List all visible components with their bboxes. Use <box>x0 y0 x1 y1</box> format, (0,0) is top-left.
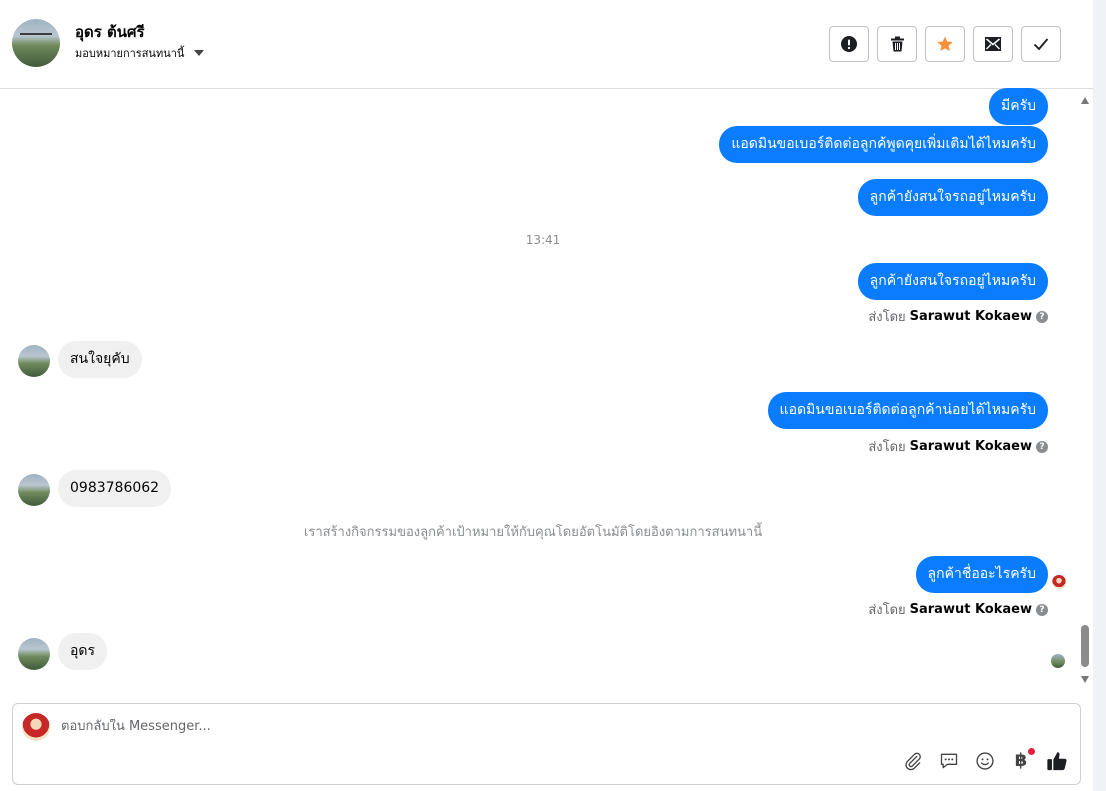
contact-avatar-small[interactable] <box>18 474 50 506</box>
scrollbar-thumb[interactable] <box>1081 625 1089 667</box>
outgoing-message[interactable]: ลูกค้าชื่ออะไรครับ <box>915 556 1048 593</box>
send-like-button[interactable] <box>1046 750 1068 772</box>
outgoing-message[interactable]: แอดมินขอเบอร์ติดต่อลูกค้พูดคุยเพิ่มเติมไ… <box>719 126 1048 163</box>
contact-avatar-small[interactable] <box>18 638 50 670</box>
seen-by-avatar <box>1051 654 1065 668</box>
conversation-header: อุดร ต้นศรี มอบหมายการสนทนานี้ <box>0 0 1093 89</box>
messenger-inbox: อุดร ต้นศรี มอบหมายการสนทนานี้ มีครับ แอ… <box>0 0 1106 791</box>
contact-avatar[interactable] <box>12 19 60 67</box>
help-icon[interactable]: ? <box>1036 440 1048 453</box>
help-icon[interactable]: ? <box>1036 603 1048 616</box>
check-icon <box>1033 38 1049 51</box>
assign-label: มอบหมายการสนทนานี้ <box>75 47 185 60</box>
delete-button[interactable] <box>877 26 917 62</box>
reply-composer: ฿ <box>12 703 1081 785</box>
seen-by-avatar <box>1052 575 1066 589</box>
sent-by-label: ส่งโดย Sarawut Kokaew ? <box>868 436 1048 457</box>
sent-by-prefix: ส่งโดย <box>868 440 906 455</box>
sender-name[interactable]: Sarawut Kokaew <box>910 439 1032 454</box>
star-button[interactable] <box>925 26 965 62</box>
sent-by-label: ส่งโดย Sarawut Kokaew ? <box>868 306 1048 327</box>
contact-avatar-small[interactable] <box>18 345 50 377</box>
incoming-message[interactable]: 0983786062 <box>58 470 172 507</box>
star-icon <box>937 36 953 52</box>
contact-name[interactable]: อุดร ต้นศรี <box>75 20 145 44</box>
smiley-icon <box>976 752 994 770</box>
saved-replies-button[interactable] <box>938 750 960 772</box>
scroll-up-arrow-icon[interactable] <box>1081 97 1089 104</box>
scroll-down-arrow-icon[interactable] <box>1081 676 1089 683</box>
composer-toolbar: ฿ <box>902 748 1068 772</box>
outgoing-message[interactable]: มีครับ <box>989 88 1048 125</box>
sender-name[interactable]: Sarawut Kokaew <box>910 602 1032 617</box>
attach-button[interactable] <box>902 750 924 772</box>
message-timestamp: 13:41 <box>525 233 561 247</box>
notification-dot <box>1028 748 1035 755</box>
assign-conversation-dropdown[interactable]: มอบหมายการสนทนานี้ <box>75 44 205 62</box>
caret-down-icon <box>194 50 205 56</box>
baht-icon: ฿ <box>1014 750 1028 771</box>
mark-spam-button[interactable] <box>829 26 869 62</box>
emoji-button[interactable] <box>974 750 996 772</box>
payment-button[interactable]: ฿ <box>1010 748 1035 772</box>
message-thread[interactable]: มีครับ แอดมินขอเบอร์ติดต่อลูกค้พูดคุยเพิ… <box>0 88 1093 690</box>
window-edge <box>1093 0 1106 791</box>
paperclip-icon <box>905 752 921 771</box>
thumbs-up-icon <box>1047 752 1067 771</box>
sent-by-prefix: ส่งโดย <box>868 310 906 325</box>
trash-icon <box>890 36 904 52</box>
reply-input[interactable] <box>61 719 861 734</box>
exclamation-circle-icon <box>841 36 857 52</box>
sent-by-prefix: ส่งโดย <box>868 603 906 618</box>
outgoing-message[interactable]: ลูกค้ายังสนใจรถอยู่ไหมครับ <box>857 179 1048 216</box>
help-icon[interactable]: ? <box>1036 310 1048 323</box>
page-avatar <box>22 713 50 741</box>
system-activity-note: เราสร้างกิจกรรมของลูกค้าเป้าหมายให้กับคุ… <box>303 525 763 540</box>
sent-by-label: ส่งโดย Sarawut Kokaew ? <box>868 599 1048 620</box>
chat-bubble-icon <box>940 753 958 769</box>
sender-name[interactable]: Sarawut Kokaew <box>910 309 1032 324</box>
incoming-message[interactable]: อุดร <box>58 633 108 670</box>
incoming-message[interactable]: สนใจยุคับ <box>58 341 142 378</box>
outgoing-message[interactable]: แอดมินขอเบอร์ติดต่อลูกค้าน่อยได้ไหมครับ <box>767 392 1048 429</box>
mark-unread-button[interactable] <box>973 26 1013 62</box>
outgoing-message[interactable]: ลูกค้ายังสนใจรถอยู่ไหมครับ <box>857 263 1048 300</box>
conversation-toolbar <box>829 26 1061 62</box>
envelope-icon <box>985 37 1001 51</box>
mark-done-button[interactable] <box>1021 26 1061 62</box>
